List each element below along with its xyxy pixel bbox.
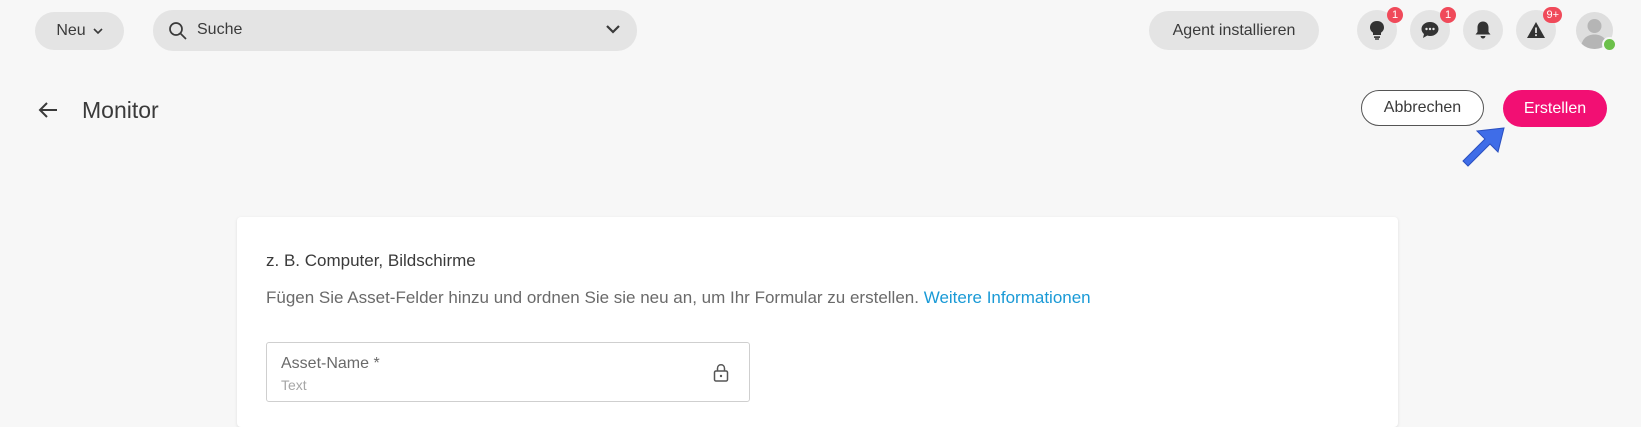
search-bar[interactable]: Suche <box>153 10 637 51</box>
cancel-button-label: Abbrechen <box>1383 99 1462 116</box>
lightbulb-icon <box>1370 21 1384 40</box>
chevron-down-icon <box>93 27 103 34</box>
chat-icon <box>1421 22 1439 38</box>
search-input[interactable]: Suche <box>197 21 242 39</box>
chat-button[interactable]: 1 <box>1410 7 1456 50</box>
card-description: Fügen Sie Asset-Felder hinzu und ordnen … <box>266 288 1091 308</box>
bell-icon <box>1475 21 1491 39</box>
back-arrow-icon[interactable] <box>38 101 58 119</box>
online-status-dot <box>1602 37 1617 52</box>
install-agent-label: Agent installieren <box>1172 21 1296 39</box>
asset-name-label: Asset-Name * <box>281 355 380 372</box>
new-button-label: Neu <box>56 22 86 39</box>
alerts-button[interactable]: 9+ <box>1516 7 1562 50</box>
create-button[interactable]: Erstellen <box>1503 90 1607 127</box>
ideas-button[interactable]: 1 <box>1357 7 1403 50</box>
more-info-link[interactable]: Weitere Informationen <box>924 288 1091 307</box>
asset-name-type: Text <box>281 377 307 393</box>
pointer-arrow-icon <box>1462 127 1505 167</box>
warning-icon <box>1527 22 1545 38</box>
search-icon <box>169 22 187 40</box>
asset-name-field[interactable]: Asset-Name * Text <box>266 342 750 402</box>
install-agent-button[interactable]: Agent installieren <box>1149 11 1319 50</box>
create-button-label: Erstellen <box>1523 99 1587 117</box>
new-button[interactable]: Neu <box>35 12 124 50</box>
notifications-button[interactable] <box>1463 10 1503 50</box>
card-description-text: Fügen Sie Asset-Felder hinzu und ordnen … <box>266 288 919 307</box>
alerts-badge: 9+ <box>1543 7 1562 23</box>
asset-form-card: z. B. Computer, Bildschirme Fügen Sie As… <box>237 217 1398 427</box>
top-bar: Neu Suche Agent installieren 1 1 9+ <box>0 0 1641 62</box>
ideas-badge: 1 <box>1387 7 1403 23</box>
lock-icon <box>713 364 729 382</box>
cancel-button[interactable]: Abbrechen <box>1361 90 1484 126</box>
chat-badge: 1 <box>1440 7 1456 23</box>
card-heading: z. B. Computer, Bildschirme <box>266 251 476 270</box>
chevron-down-icon[interactable] <box>605 23 621 35</box>
page-title: Monitor <box>82 97 159 123</box>
